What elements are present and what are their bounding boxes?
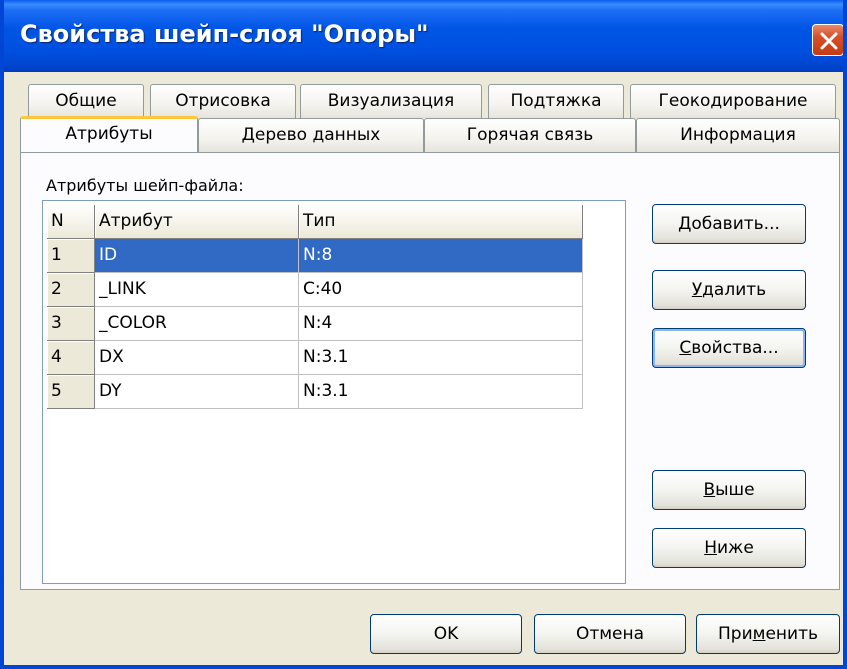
add-mnemonic: Д <box>678 214 692 234</box>
up-mnemonic: В <box>703 480 716 500</box>
up-label: ыше <box>715 480 755 500</box>
apply-mnemonic: м <box>752 624 766 644</box>
delete-label: далить <box>702 280 767 300</box>
move-down-button[interactable]: Ниже <box>652 528 806 568</box>
window-title: Свойства шейп-слоя "Опоры" <box>20 20 429 48</box>
close-icon <box>820 32 838 50</box>
grid-header: N Атрибут Тип <box>43 205 583 239</box>
column-header-type[interactable]: Тип <box>299 205 583 239</box>
attributes-label: Атрибуты шейп-файла: <box>46 176 244 195</box>
delete-mnemonic: У <box>691 280 703 300</box>
tab-data-tree[interactable]: Дерево данных <box>198 118 424 152</box>
apply-label-start: При <box>718 624 753 644</box>
properties-dialog: Свойства шейп-слоя "Опоры" Общие Отрисов… <box>0 0 847 669</box>
move-up-button[interactable]: Выше <box>652 470 806 510</box>
tab-rendering[interactable]: Отрисовка <box>150 84 296 118</box>
cancel-button[interactable]: Отмена <box>534 614 686 654</box>
properties-label: войства... <box>691 338 779 358</box>
tab-pullup[interactable]: Подтяжка <box>488 84 624 118</box>
attribute-name-cell[interactable]: _LINK <box>95 273 299 307</box>
tab-information[interactable]: Информация <box>636 118 840 152</box>
down-mnemonic: Н <box>704 538 717 558</box>
close-button[interactable] <box>812 24 843 56</box>
attribute-name-cell[interactable]: DX <box>95 341 299 375</box>
ok-button[interactable]: OK <box>370 614 522 654</box>
tab-general[interactable]: Общие <box>28 84 144 118</box>
table-row[interactable]: 5 DY N:3.1 <box>43 375 583 409</box>
row-number: 1 <box>47 239 95 273</box>
attribute-name-cell[interactable]: _COLOR <box>95 307 299 341</box>
table-row[interactable]: 1 ID N:8 <box>43 239 583 273</box>
attribute-name-cell[interactable]: ID <box>95 239 299 273</box>
attribute-type-cell[interactable]: C:40 <box>299 273 583 307</box>
apply-label-end: енить <box>765 624 818 644</box>
apply-button[interactable]: Применить <box>696 614 840 654</box>
attribute-name-cell[interactable]: DY <box>95 375 299 409</box>
row-number: 4 <box>47 341 95 375</box>
attributes-grid[interactable]: N Атрибут Тип 1 ID N:8 2 _LINK C:40 3 _C… <box>42 200 626 584</box>
tab-visualization[interactable]: Визуализация <box>300 84 482 118</box>
column-header-attribute[interactable]: Атрибут <box>95 205 299 239</box>
attribute-type-cell[interactable]: N:4 <box>299 307 583 341</box>
delete-button[interactable]: Удалить <box>652 270 806 310</box>
attribute-type-cell[interactable]: N:8 <box>299 239 583 273</box>
tab-geocoding[interactable]: Геокодирование <box>630 84 836 118</box>
row-number: 2 <box>47 273 95 307</box>
attribute-type-cell[interactable]: N:3.1 <box>299 341 583 375</box>
title-bar[interactable]: Свойства шейп-слоя "Опоры" <box>4 0 843 72</box>
add-label: обавить... <box>691 214 780 234</box>
properties-button[interactable]: Свойства... <box>652 328 806 368</box>
down-label: иже <box>716 538 754 558</box>
table-row[interactable]: 3 _COLOR N:4 <box>43 307 583 341</box>
column-header-n[interactable]: N <box>47 205 95 239</box>
row-number: 3 <box>47 307 95 341</box>
tab-attributes[interactable]: Атрибуты <box>20 116 198 152</box>
table-row[interactable]: 2 _LINK C:40 <box>43 273 583 307</box>
attribute-type-cell[interactable]: N:3.1 <box>299 375 583 409</box>
tab-hot-link[interactable]: Горячая связь <box>424 118 636 152</box>
add-button[interactable]: Добавить... <box>652 204 806 244</box>
row-number: 5 <box>47 375 95 409</box>
properties-mnemonic: С <box>679 338 692 358</box>
table-row[interactable]: 4 DX N:3.1 <box>43 341 583 375</box>
